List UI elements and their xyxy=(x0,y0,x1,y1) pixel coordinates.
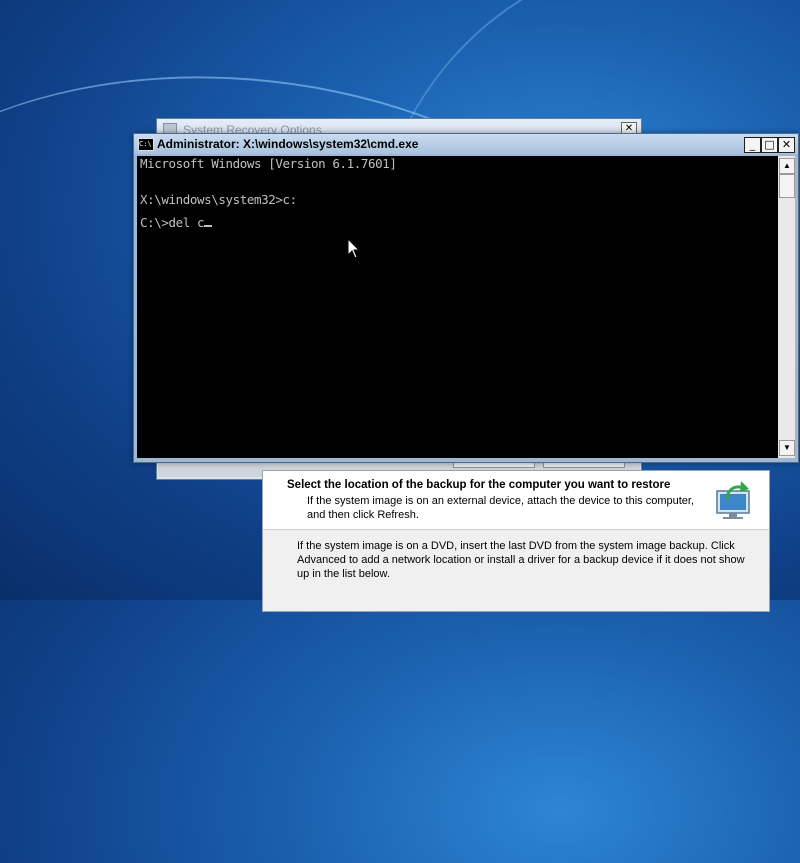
console-line: Microsoft Windows [Version 6.1.7601] xyxy=(140,156,397,171)
cmd-window: C:\ Administrator: X:\windows\system32\c… xyxy=(133,133,799,463)
restore-subtext: If the system image is on an external de… xyxy=(307,495,695,521)
restore-header: Select the location of the backup for th… xyxy=(263,471,769,530)
text-caret xyxy=(204,225,213,227)
scroll-up-arrow-icon[interactable]: ▲ xyxy=(779,158,795,174)
restore-heading: Select the location of the backup for th… xyxy=(287,479,671,491)
maximize-button[interactable]: □ xyxy=(761,137,778,153)
cmd-title: Administrator: X:\windows\system32\cmd.e… xyxy=(157,137,419,151)
cmd-icon: C:\ xyxy=(138,138,154,151)
scroll-down-arrow-icon[interactable]: ▼ xyxy=(779,440,795,456)
restore-dialog: Select the location of the backup for th… xyxy=(262,470,770,612)
cmd-titlebar[interactable]: C:\ Administrator: X:\windows\system32\c… xyxy=(134,134,798,154)
backup-restore-icon xyxy=(716,481,750,519)
console-output[interactable]: Microsoft Windows [Version 6.1.7601] X:\… xyxy=(137,156,778,458)
console-input-line[interactable]: C:\>del c xyxy=(140,215,213,230)
console-line: X:\windows\system32>c: xyxy=(140,192,297,207)
close-button[interactable]: ✕ xyxy=(778,137,795,153)
restore-body-text: If the system image is on a DVD, insert … xyxy=(297,540,745,580)
vertical-scrollbar[interactable]: ▲ ▼ xyxy=(778,156,795,458)
mouse-pointer-icon xyxy=(347,238,361,259)
console-prompt: C:\>del c xyxy=(140,215,205,230)
scroll-thumb[interactable] xyxy=(779,174,795,198)
minimize-button[interactable]: _ xyxy=(744,137,761,153)
